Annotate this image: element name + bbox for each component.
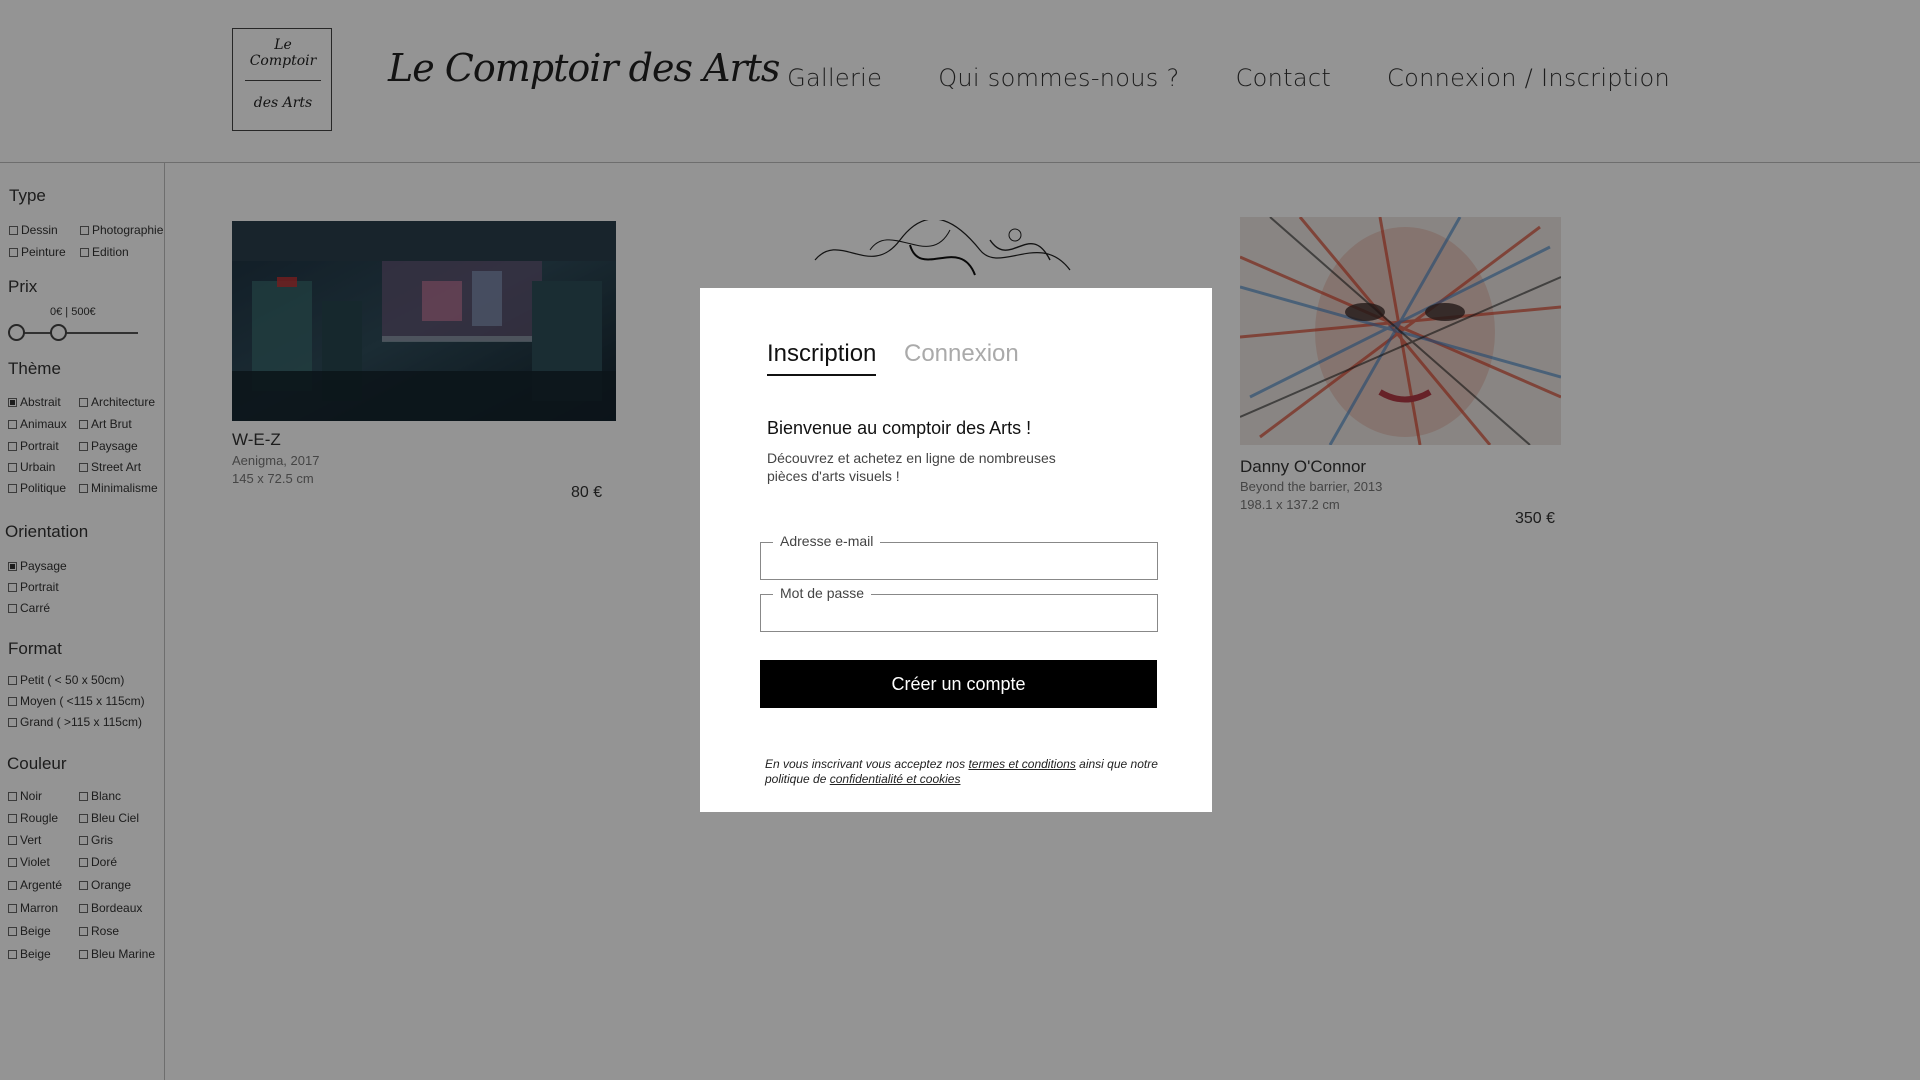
email-label: Adresse e-mail bbox=[773, 533, 881, 549]
tab-connexion[interactable]: Connexion bbox=[904, 340, 1019, 368]
create-account-button[interactable]: Créer un compte bbox=[760, 660, 1157, 708]
modal-description: Découvrez et achetez en ligne de nombreu… bbox=[767, 450, 1056, 484]
privacy-link[interactable]: confidentialité et cookies bbox=[830, 772, 961, 786]
terms-link[interactable]: termes et conditions bbox=[968, 757, 1075, 771]
modal-welcome-heading: Bienvenue au comptoir des Arts ! bbox=[767, 418, 1032, 438]
password-field[interactable]: Mot de passe bbox=[760, 585, 1158, 632]
email-input[interactable] bbox=[769, 549, 1149, 573]
signup-modal: Inscription Connexion Bienvenue au compt… bbox=[700, 288, 1212, 812]
password-input[interactable] bbox=[769, 601, 1149, 625]
terms-notice: En vous inscrivant vous acceptez nos ter… bbox=[765, 757, 1165, 787]
tab-inscription[interactable]: Inscription bbox=[767, 340, 877, 376]
email-field[interactable]: Adresse e-mail bbox=[760, 533, 1158, 580]
password-label: Mot de passe bbox=[773, 585, 872, 601]
terms-prefix: En vous inscrivant vous acceptez nos bbox=[765, 757, 969, 771]
